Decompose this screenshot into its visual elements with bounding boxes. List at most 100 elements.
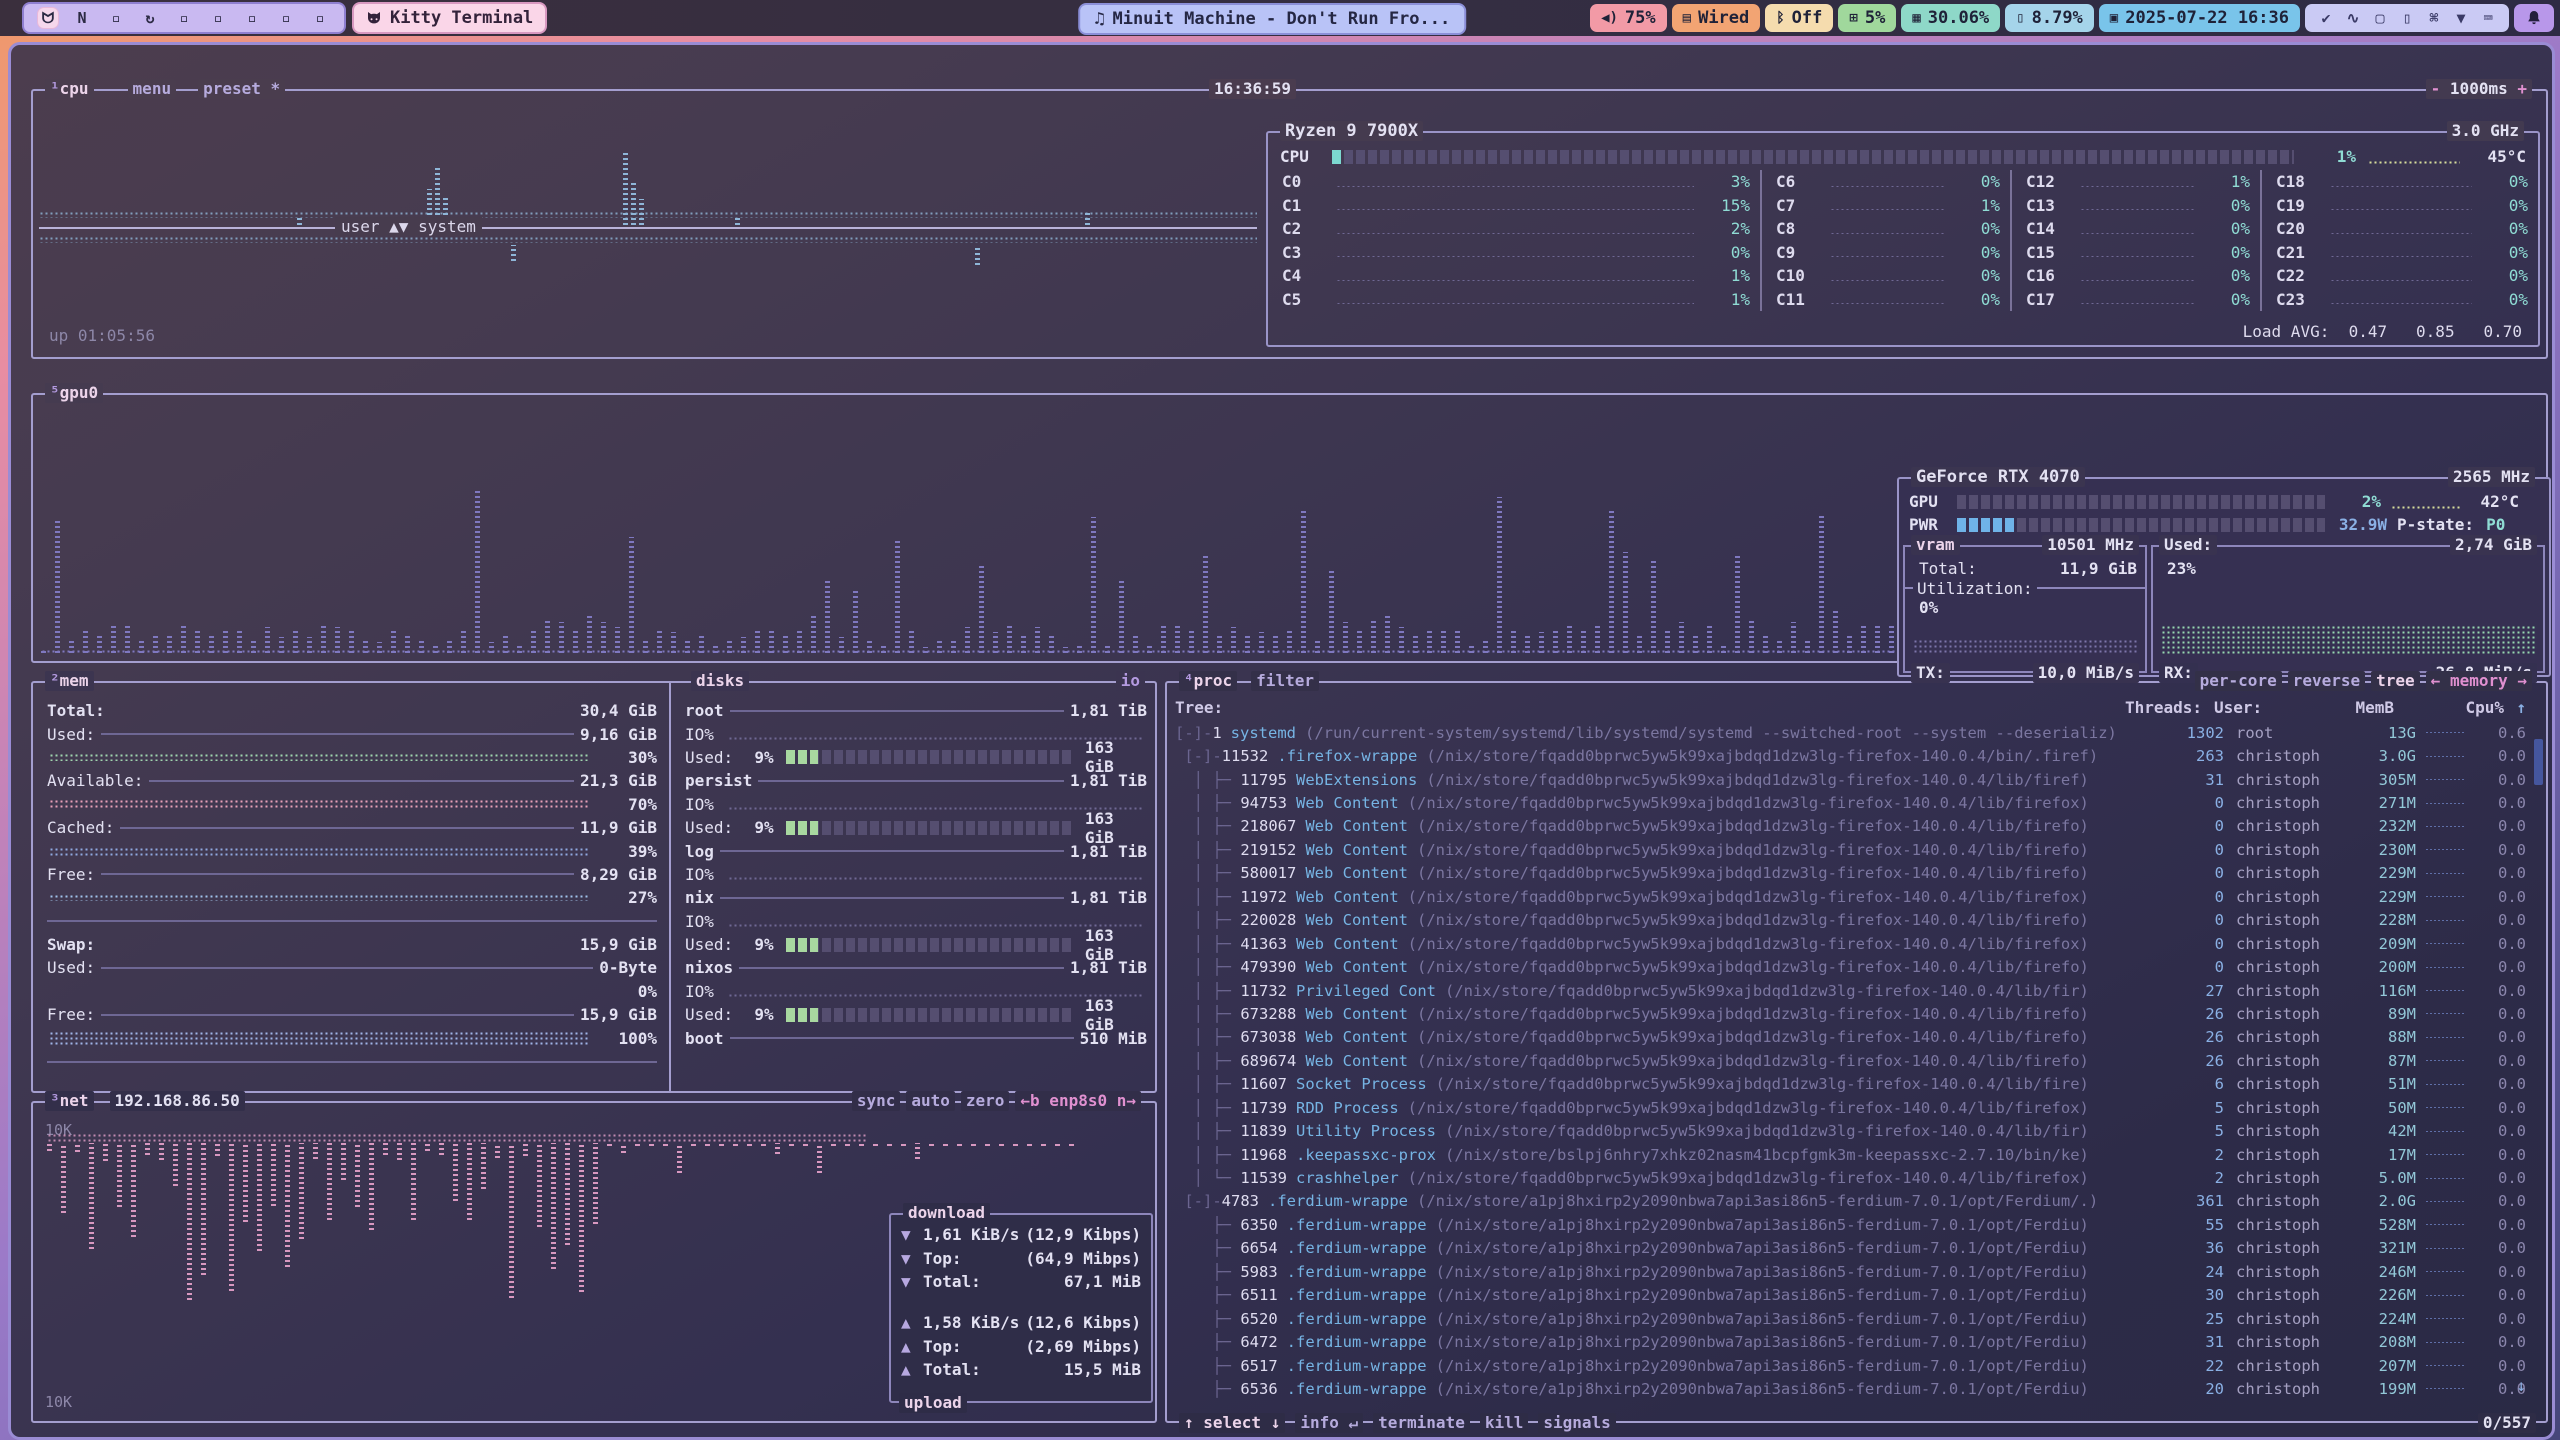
core-row: C230% (2262, 288, 2538, 312)
process-row[interactable]: ├─ 5983.ferdium-wrappe(/nix/store/a1pj8h… (1175, 1260, 2526, 1283)
window-title-widget[interactable]: Kitty Terminal (352, 2, 547, 34)
check-icon[interactable]: ✔ (2317, 9, 2335, 27)
info-button[interactable]: info ↵ (1295, 1413, 1363, 1433)
proc-cpu-header[interactable]: Cpu% (2452, 698, 2504, 717)
workspace-button[interactable]: ▫ (310, 8, 330, 28)
process-row[interactable]: ├─ 6536.ferdium-wrappe(/nix/store/a1pj8h… (1175, 1377, 2526, 1400)
process-row[interactable]: │ ├─ 673288Web Content(/nix/store/fqadd0… (1175, 1002, 2526, 1025)
gpu-panel-title[interactable]: ⁵gpu0 (45, 383, 103, 403)
music-title: Minuit Machine - Don't Run Fro... (1112, 9, 1450, 29)
preset-button[interactable]: preset * (198, 79, 285, 99)
module-label: 30.06% (1928, 8, 1989, 28)
process-row[interactable]: │ ├─ 218067Web Content(/nix/store/fqadd0… (1175, 815, 2526, 838)
process-row[interactable]: │ ├─ 11732Privileged Cont(/nix/store/fqa… (1175, 979, 2526, 1002)
workspace-button[interactable]: ▫ (242, 8, 262, 28)
filter-icon[interactable]: ▼ (2452, 9, 2470, 27)
process-row[interactable]: ├─ 6472.ferdium-wrappe(/nix/store/a1pj8h… (1175, 1330, 2526, 1353)
wave-icon[interactable]: ∿ (2344, 9, 2362, 27)
gpu-power-label: PWR (1909, 515, 1957, 534)
clock-module[interactable]: ▣ 2025-07-22 16:36 (2099, 4, 2300, 32)
process-row[interactable]: │ ├─ 11739RDD Process(/nix/store/fqadd0b… (1175, 1096, 2526, 1119)
network-module[interactable]: ▤ Wired (1672, 4, 1761, 32)
net-panel: ³net 192.168.86.50 sync auto zero ←b enp… (31, 1101, 1157, 1423)
select-buttons[interactable]: ↑ select ↓ (1179, 1413, 1285, 1433)
process-row[interactable]: │ ├─ 219152Web Content(/nix/store/fqadd0… (1175, 838, 2526, 861)
notifications-widget[interactable] (2514, 4, 2554, 32)
workspace-button[interactable]: ▫ (208, 8, 228, 28)
module-label: Wired (1698, 8, 1749, 28)
process-row[interactable]: ├─ 6511.ferdium-wrappe(/nix/store/a1pj8h… (1175, 1284, 2526, 1307)
mem-stat: Available:21,3 GiB 70% (33, 769, 665, 816)
proc-user-header[interactable]: User: (2202, 698, 2336, 717)
proc-scrollbar[interactable] (2534, 739, 2543, 785)
update-interval[interactable]: - 1000ms + (2426, 79, 2532, 99)
net-interface-switch[interactable]: ←b enp8s0 n→ (1015, 1091, 1141, 1111)
process-row[interactable]: [-]-4783.ferdium-wrappe(/nix/store/a1pj8… (1175, 1190, 2526, 1213)
process-row[interactable]: │ └─ 11539crashhelper(/nix/store/fqadd0b… (1175, 1166, 2526, 1189)
process-row[interactable]: │ ├─ 580017Web Content(/nix/store/fqadd0… (1175, 862, 2526, 885)
workspace-button[interactable]: ▫ (276, 8, 296, 28)
proc-panel-title[interactable]: ⁴proc (1179, 671, 1237, 691)
proc-tree-toggle[interactable]: tree (2371, 671, 2420, 691)
key-icon[interactable]: ⌘ (2425, 9, 2443, 27)
proc-percore-toggle[interactable]: per-core (2195, 671, 2282, 691)
process-row[interactable]: │ ├─ 41363Web Content(/nix/store/fqadd0b… (1175, 932, 2526, 955)
disks-title[interactable]: disks (691, 671, 749, 691)
process-row[interactable]: │ ├─ 11795WebExtensions(/nix/store/fqadd… (1175, 768, 2526, 791)
core-row: C60% (1762, 170, 2010, 194)
mem-panel-title[interactable]: ²mem (45, 671, 94, 691)
keyboard-icon[interactable]: ⌨ (2479, 9, 2497, 27)
tx-label: TX: (1911, 663, 1950, 683)
process-row[interactable]: │ ├─ 11972Web Content(/nix/store/fqadd0b… (1175, 885, 2526, 908)
scroll-up-indicator[interactable]: ↑ (2504, 698, 2526, 717)
workspace-button[interactable]: ↻ (140, 8, 160, 28)
terminate-button[interactable]: terminate (1373, 1413, 1470, 1433)
net-sync-toggle[interactable]: sync (852, 1091, 901, 1111)
net-auto-toggle[interactable]: auto (906, 1091, 955, 1111)
proc-sort-selector[interactable]: ← memory → (2426, 671, 2532, 691)
process-row[interactable]: [-]-1systemd(/run/current-system/systemd… (1175, 721, 2526, 744)
workspace-icon: N (77, 9, 86, 27)
status-modules: ◀) 75% ▤ Wired ᛒ Off ⊞ 5% (1590, 4, 2300, 32)
process-row[interactable]: │ ├─ 673038Web Content(/nix/store/fqadd0… (1175, 1026, 2526, 1049)
scroll-down-indicator[interactable]: ↓ (2516, 1376, 2526, 1395)
proc-threads-header[interactable]: Threads: (2118, 698, 2202, 717)
cpu-module[interactable]: ⊞ 5% (1838, 4, 1896, 32)
process-row[interactable]: │ ├─ 11968.keepassxc-prox(/nix/store/bsl… (1175, 1143, 2526, 1166)
cpu-graph-label: user ▲▼ system (335, 217, 482, 236)
disk-module[interactable]: ▯ 8.79% (2005, 4, 2094, 32)
process-row[interactable]: │ ├─ 94753Web Content(/nix/store/fqadd0b… (1175, 791, 2526, 814)
process-row[interactable]: ├─ 6517.ferdium-wrappe(/nix/store/a1pj8h… (1175, 1354, 2526, 1377)
clipboard-icon[interactable]: ▢ (2371, 9, 2389, 27)
bluetooth-module[interactable]: ᛒ Off (1765, 4, 1833, 32)
workspace-button[interactable]: ᗢ (38, 8, 58, 28)
workspace-button[interactable]: ▫ (106, 8, 126, 28)
process-row[interactable]: │ ├─ 11839Utility Process(/nix/store/fqa… (1175, 1119, 2526, 1142)
net-panel-title[interactable]: ³net (45, 1091, 94, 1111)
signals-button[interactable]: signals (1538, 1413, 1615, 1433)
volume-module[interactable]: ◀) 75% (1590, 4, 1667, 32)
process-row[interactable]: [-]-11532.firefox-wrappe(/nix/store/fqad… (1175, 744, 2526, 767)
workspace-button[interactable]: ▫ (174, 8, 194, 28)
disks-io-toggle[interactable]: io (1116, 671, 1145, 691)
kill-button[interactable]: kill (1480, 1413, 1529, 1433)
menu-button[interactable]: menu (128, 79, 177, 99)
workspace-button[interactable]: N (72, 8, 92, 28)
net-zero-toggle[interactable]: zero (961, 1091, 1010, 1111)
process-row[interactable]: │ ├─ 11607Socket Process(/nix/store/fqad… (1175, 1073, 2526, 1096)
phone-icon[interactable]: ▯ (2398, 9, 2416, 27)
process-row[interactable]: │ ├─ 479390Web Content(/nix/store/fqadd0… (1175, 955, 2526, 978)
process-row[interactable]: ├─ 6350.ferdium-wrappe(/nix/store/a1pj8h… (1175, 1213, 2526, 1236)
process-row[interactable]: ├─ 6654.ferdium-wrappe(/nix/store/a1pj8h… (1175, 1237, 2526, 1260)
cpu-panel-title[interactable]: ¹cpu (45, 79, 94, 99)
memory-module[interactable]: ▦ 30.06% (1901, 4, 2000, 32)
proc-reverse-toggle[interactable]: reverse (2288, 671, 2365, 691)
music-widget[interactable]: ♫ Minuit Machine - Don't Run Fro... (1078, 3, 1466, 35)
process-row[interactable]: ├─ 6520.ferdium-wrappe(/nix/store/a1pj8h… (1175, 1307, 2526, 1330)
proc-filter-button[interactable]: filter (1251, 671, 1319, 691)
process-row[interactable]: │ ├─ 689674Web Content(/nix/store/fqadd0… (1175, 1049, 2526, 1072)
vram-box: vram 10501 MHz Total:11,9 GiB Utilizatio… (1903, 545, 2147, 673)
down-arrow-icon: ▼ (901, 1225, 923, 1244)
proc-mem-header[interactable]: MemB (2336, 698, 2394, 717)
process-row[interactable]: │ ├─ 220028Web Content(/nix/store/fqadd0… (1175, 909, 2526, 932)
